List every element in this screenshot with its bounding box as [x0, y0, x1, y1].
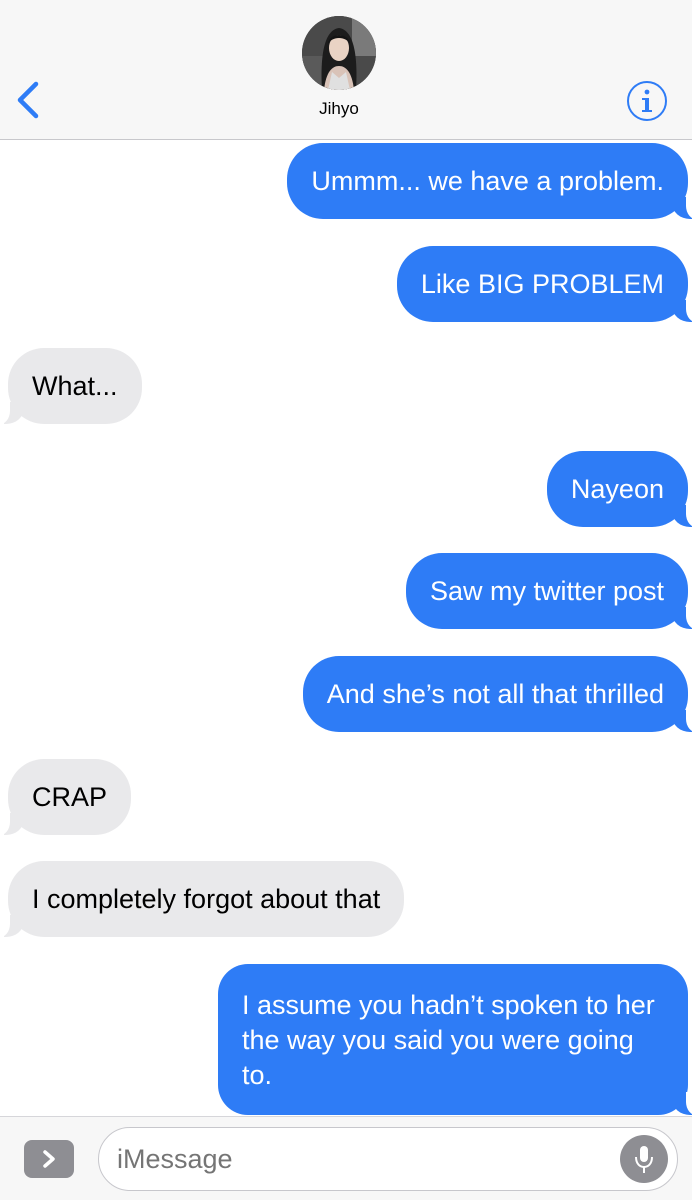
message-text: What...: [32, 371, 118, 401]
message-text: Saw my twitter post: [429, 576, 664, 606]
message-text: I assume you hadn’t spoken to her the wa…: [242, 990, 655, 1090]
info-icon: [627, 81, 667, 121]
contact-name[interactable]: Jihyo: [246, 99, 432, 119]
message-composer: [0, 1116, 692, 1200]
message-input[interactable]: [98, 1127, 678, 1191]
conversation-header: Jihyo: [0, 0, 692, 140]
microphone-icon: [635, 1146, 653, 1173]
info-button[interactable]: [626, 80, 668, 122]
message-text: Nayeon: [570, 474, 664, 504]
chevron-left-icon: [17, 81, 39, 119]
message-bubble-incoming[interactable]: What...: [0, 348, 142, 425]
message-text: CRAP: [32, 782, 108, 812]
avatar-photo: [302, 16, 376, 90]
message-bubble-outgoing[interactable]: And she’s not all that thrilled: [302, 656, 692, 733]
message-bubble-outgoing[interactable]: Ummm... we have a problem.: [287, 143, 692, 220]
message-bubble-outgoing[interactable]: Nayeon: [546, 451, 692, 528]
message-bubble-outgoing[interactable]: Saw my twitter post: [405, 553, 692, 630]
message-text: And she’s not all that thrilled: [326, 679, 664, 709]
message-text: I completely forgot about that: [32, 884, 381, 914]
chevron-right-icon: [43, 1150, 55, 1168]
message-bubble-incoming[interactable]: CRAP: [0, 759, 132, 836]
message-text: Ummm... we have a problem.: [311, 166, 664, 196]
apps-button[interactable]: [24, 1140, 74, 1178]
message-bubble-incoming[interactable]: I completely forgot about that: [0, 861, 405, 938]
microphone-button[interactable]: [620, 1135, 668, 1183]
message-thread[interactable]: Ummm... we have a problem. Like BIG PROB…: [0, 140, 692, 1116]
back-button[interactable]: [12, 78, 46, 122]
message-text: Like BIG PROBLEM: [420, 269, 664, 299]
message-bubble-outgoing[interactable]: I assume you hadn’t spoken to her the wa…: [218, 964, 692, 1116]
contact-avatar[interactable]: [302, 16, 376, 90]
message-bubble-outgoing[interactable]: Like BIG PROBLEM: [396, 246, 692, 323]
